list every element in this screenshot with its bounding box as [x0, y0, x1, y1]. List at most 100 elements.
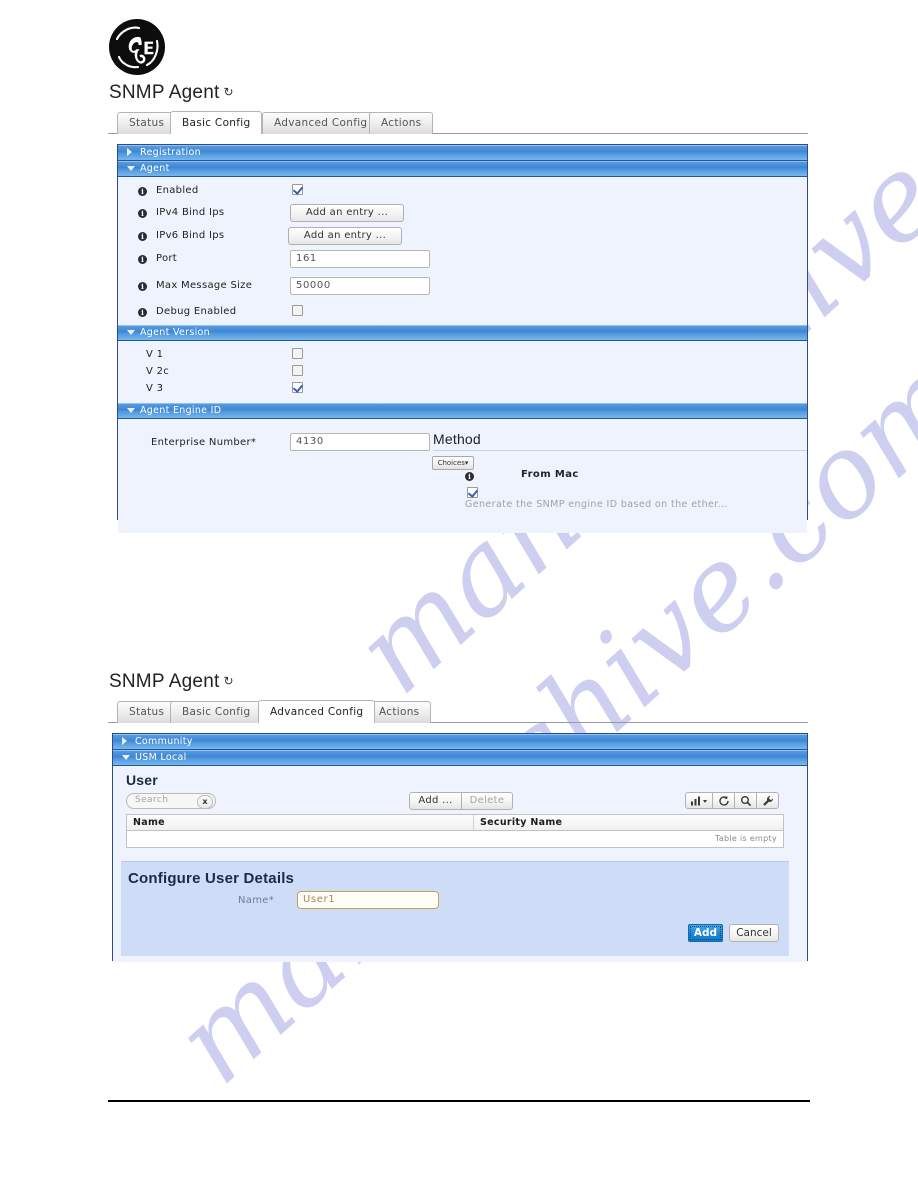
table-empty-message: Table is empty [714, 834, 777, 843]
tab-basic-config[interactable]: Basic Config [170, 701, 263, 723]
tab-actions[interactable]: Actions [369, 112, 434, 134]
search-input[interactable]: Search x [126, 793, 216, 809]
page-title: SNMP Agent ↻ [109, 82, 234, 104]
tab-actions[interactable]: Actions [367, 701, 432, 723]
enterprise-number-input[interactable]: 4130 [290, 433, 430, 451]
user-name-input[interactable]: User1 [297, 891, 439, 909]
user-table: Name Security Name Table is empty [126, 814, 784, 848]
info-icon[interactable]: i [138, 209, 147, 218]
field-label-port: Port [156, 253, 178, 264]
chevron-right-icon [122, 737, 127, 745]
page-title: SNMP Agent ↻ [109, 671, 234, 693]
info-icon[interactable]: i [138, 187, 147, 196]
add-entry-button-ipv6[interactable]: Add an entry ... [288, 227, 402, 245]
configure-user-details-panel: Configure User Details Name* User1 Add C… [121, 861, 789, 956]
section-header-registration[interactable]: Registration [118, 145, 807, 161]
page-title-text: SNMP Agent [109, 671, 220, 692]
tab-basic-config[interactable]: Basic Config [170, 111, 263, 134]
add-entry-button-ipv4[interactable]: Add an entry ... [290, 204, 404, 222]
checkbox-debug-enabled[interactable] [292, 305, 303, 316]
tab-advanced-config[interactable]: Advanced Config [262, 112, 380, 134]
tab-advanced-config[interactable]: Advanced Config [258, 700, 376, 723]
field-label-enterprise-number: Enterprise Number* [151, 437, 257, 448]
chevron-right-icon [127, 148, 132, 156]
method-divider [433, 450, 807, 451]
checkbox-enabled[interactable] [292, 184, 303, 195]
document-page: manualshive.com manualshive.com SNMP Age… [0, 0, 918, 1188]
field-label-v2c: V 2c [146, 366, 170, 377]
section-header-agent-version[interactable]: Agent Version [118, 325, 807, 341]
info-icon[interactable]: i [138, 308, 147, 317]
search-icon[interactable] [734, 792, 757, 809]
add-user-button[interactable]: Add ... [409, 792, 462, 810]
max-message-size-input[interactable]: 50000 [290, 277, 430, 295]
choices-dropdown-button[interactable]: Choices▾ [432, 456, 474, 470]
agent-section-body: i Enabled i IPv4 Bind Ips Add an entry .… [118, 177, 807, 325]
configure-user-details-title: Configure User Details [128, 870, 295, 887]
info-icon[interactable]: i [138, 282, 147, 291]
form-row-enabled: i Enabled [118, 183, 807, 205]
info-icon[interactable]: i [138, 255, 147, 264]
field-label-ipv4-bind-ips: IPv4 Bind Ips [156, 207, 225, 218]
section-header-label: Agent [140, 163, 170, 174]
chart-dropdown-icon[interactable] [685, 792, 713, 809]
agent-version-section-body: V 1 V 2c V 3 [118, 341, 807, 403]
search-placeholder: Search [135, 795, 169, 805]
section-header-label: USM Local [135, 752, 187, 763]
tab-bar-advanced: Status Basic Config Advanced Config Acti… [108, 700, 808, 723]
chevron-down-icon [127, 166, 135, 171]
refresh-icon[interactable] [712, 792, 735, 809]
field-label-v1: V 1 [146, 349, 164, 360]
refresh-icon[interactable]: ↻ [223, 85, 233, 99]
user-widget-title: User [126, 772, 158, 788]
section-header-label: Community [135, 736, 193, 747]
checkbox-v2c[interactable] [292, 365, 303, 376]
chevron-down-icon [127, 408, 135, 413]
form-row-max-message-size: i Max Message Size 50000 [118, 277, 807, 300]
usm-local-section-body: User Search x Add ... Delete Name Securi… [113, 766, 807, 962]
refresh-icon[interactable]: ↻ [223, 674, 233, 688]
field-label-v3: V 3 [146, 383, 164, 394]
checkbox-from-mac[interactable] [467, 487, 478, 498]
port-input[interactable]: 161 [290, 250, 430, 268]
table-column-security-name[interactable]: Security Name [473, 815, 790, 830]
info-icon[interactable]: i [465, 472, 474, 481]
section-header-community[interactable]: Community [113, 734, 807, 750]
section-header-agent-engine-id[interactable]: Agent Engine ID [118, 403, 807, 419]
checkbox-v1[interactable] [292, 348, 303, 359]
cancel-button[interactable]: Cancel [729, 924, 779, 942]
section-header-agent[interactable]: Agent [118, 161, 807, 177]
field-label-name: Name* [238, 895, 275, 906]
form-row-debug-enabled: i Debug Enabled [118, 304, 807, 326]
table-header-row: Name Security Name [127, 815, 783, 831]
ge-logo-icon [107, 17, 167, 77]
checkbox-v3[interactable] [292, 382, 303, 393]
tab-status[interactable]: Status [117, 112, 177, 134]
tab-status[interactable]: Status [117, 701, 177, 723]
section-header-usm-local[interactable]: USM Local [113, 750, 807, 766]
form-row-v3: V 3 [118, 381, 807, 403]
tab-bar-basic: Status Basic Config Advanced Config Acti… [108, 111, 808, 134]
chevron-down-icon [122, 755, 130, 760]
info-icon[interactable]: i [138, 232, 147, 241]
page-title-text: SNMP Agent [109, 82, 220, 103]
method-option-from-mac: From Mac [521, 469, 579, 480]
basic-config-panel: Registration Agent i Enabled i IPv4 Bind… [117, 144, 808, 533]
form-row-ipv6-bind-ips: i IPv6 Bind Ips Add an entry ... [118, 227, 807, 250]
section-header-label: Agent Engine ID [140, 405, 222, 416]
method-title: Method [433, 431, 481, 447]
field-label-enabled: Enabled [156, 185, 199, 196]
delete-user-button[interactable]: Delete [461, 792, 513, 810]
wrench-icon[interactable] [756, 792, 779, 809]
table-column-name[interactable]: Name [127, 815, 479, 830]
chevron-down-icon [127, 330, 135, 335]
field-label-ipv6-bind-ips: IPv6 Bind Ips [156, 230, 225, 241]
section-header-label: Agent Version [140, 327, 210, 338]
clear-search-button[interactable]: x [197, 795, 213, 809]
advanced-config-panel: Community USM Local User Search x Add ..… [112, 733, 808, 962]
section-header-label: Registration [140, 147, 201, 158]
choices-dropdown-label: Choices [437, 459, 465, 467]
form-row-port: i Port 161 [118, 250, 807, 273]
footer-divider [108, 1100, 810, 1102]
add-button[interactable]: Add [688, 924, 723, 942]
